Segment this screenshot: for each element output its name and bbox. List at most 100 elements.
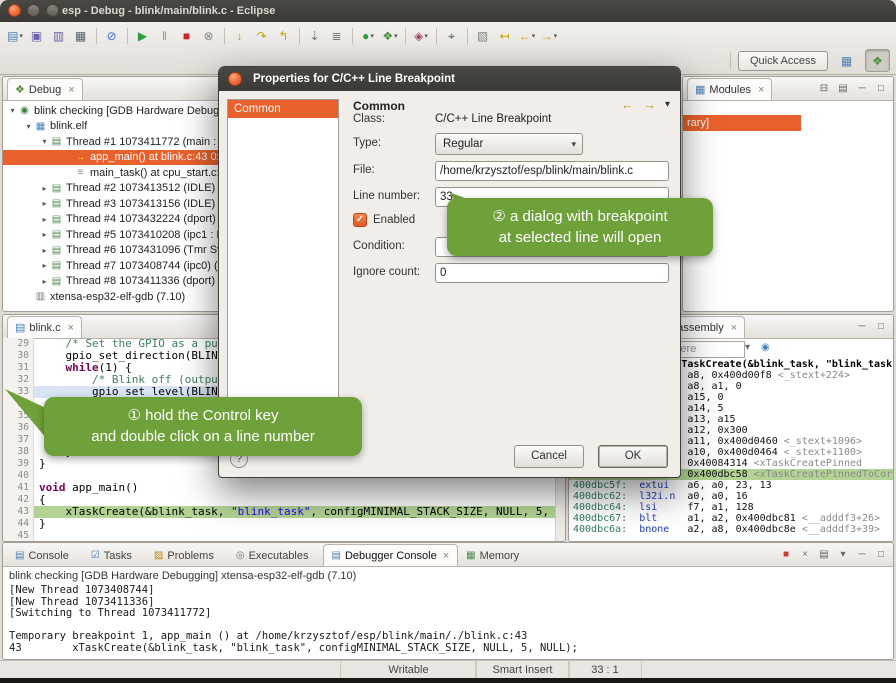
suspend-icon[interactable]: ‖	[154, 26, 176, 46]
console-tab[interactable]: ▨ Problems	[146, 545, 228, 566]
code-text[interactable]: void app_main()	[34, 482, 565, 494]
collapse-all-icon[interactable]: ⊟	[816, 81, 832, 96]
tab-modules[interactable]: ▦ Modules ×	[687, 78, 772, 100]
line-number[interactable]: 45	[3, 530, 34, 542]
tree-twisty-icon[interactable]: ▾	[7, 106, 18, 115]
close-icon[interactable]: ×	[68, 322, 74, 334]
toolbar-separator[interactable]	[224, 28, 225, 44]
close-icon[interactable]: ×	[68, 84, 74, 96]
minimize-icon[interactable]: ─	[854, 547, 870, 562]
line-number[interactable]: 30	[3, 350, 34, 362]
toolbar-separator[interactable]	[96, 28, 97, 44]
console-tab[interactable]: ▤ Debugger Console ×	[323, 544, 459, 566]
instruction-stepping-icon[interactable]: ≣	[326, 26, 348, 46]
ignore-count-field[interactable]	[435, 263, 669, 283]
tab-debug[interactable]: ❖ Debug ×	[7, 78, 83, 100]
console-menu-caret-icon[interactable]: ▾	[835, 547, 851, 562]
window-maximize-button[interactable]	[46, 4, 59, 17]
enabled-checkbox[interactable]: ✓	[353, 213, 367, 227]
step-return-icon[interactable]: ↰	[273, 26, 295, 46]
line-number[interactable]: 39	[3, 458, 34, 470]
maximize-icon[interactable]: □	[873, 319, 889, 334]
line-number[interactable]: 35	[3, 410, 34, 422]
disconnect-icon[interactable]: ⊗	[198, 26, 220, 46]
terminate-console-icon[interactable]: ■	[778, 547, 794, 562]
sync-pc-icon[interactable]: ◉	[761, 342, 770, 353]
tree-twisty-icon[interactable]: ▸	[39, 277, 50, 286]
line-number[interactable]: 36	[3, 422, 34, 434]
ok-button[interactable]: OK	[598, 445, 668, 468]
run-icon[interactable]: ● ▾	[357, 26, 379, 46]
debug-icon[interactable]: ❖ ▾	[379, 26, 401, 46]
tree-twisty-icon[interactable]: ▸	[39, 230, 50, 239]
dialog-close-button[interactable]	[228, 72, 242, 86]
toolbar-separator[interactable]	[467, 28, 468, 44]
tree-twisty-icon[interactable]: ▾	[39, 137, 50, 146]
quick-access-button[interactable]: Quick Access	[738, 51, 828, 71]
console-tab[interactable]: ☑ Tasks	[83, 545, 146, 566]
nav-forward-icon[interactable]: →	[643, 97, 656, 112]
tree-twisty-icon[interactable]: ▸	[39, 246, 50, 255]
skip-all-breakpoints-icon[interactable]: ⊘	[101, 26, 123, 46]
code-text[interactable]: xTaskCreate(&blink_task, "blink_task", c…	[34, 506, 565, 518]
toolbar-separator[interactable]	[405, 28, 406, 44]
view-menu-caret-icon[interactable]: ▾	[665, 99, 670, 110]
forward-icon[interactable]: → ▾	[538, 26, 560, 46]
console-tab[interactable]: ▤ Console	[7, 545, 83, 566]
search-icon[interactable]: ⌖	[441, 26, 463, 46]
line-number[interactable]: 37	[3, 434, 34, 446]
new-wizard-icon[interactable]: ▤ ▾	[4, 26, 26, 46]
close-icon[interactable]: ×	[758, 84, 764, 96]
step-over-icon[interactable]: ↷	[251, 26, 273, 46]
tree-twisty-icon[interactable]: ▸	[39, 184, 50, 193]
cpp-perspective-button[interactable]: ▦	[835, 50, 858, 71]
window-close-button[interactable]	[8, 4, 21, 17]
sidebar-item-common[interactable]: Common	[228, 100, 338, 118]
code-text[interactable]	[34, 530, 565, 542]
line-number[interactable]: 44	[3, 518, 34, 530]
toolbar-separator[interactable]	[127, 28, 128, 44]
drop-to-frame-icon[interactable]: ⇣	[304, 26, 326, 46]
debug-perspective-button[interactable]: ❖	[865, 49, 890, 72]
remove-console-icon[interactable]: ×	[797, 547, 813, 562]
display-console-icon[interactable]: ▤	[816, 547, 832, 562]
tab-blink-c[interactable]: ▤ blink.c ×	[7, 316, 82, 338]
line-number[interactable]: 41	[3, 482, 34, 494]
console-tab[interactable]: ◎ Executables	[228, 545, 323, 566]
file-field[interactable]	[435, 161, 669, 181]
type-select[interactable]: Regular ▾	[435, 133, 583, 155]
cancel-button[interactable]: Cancel	[514, 445, 584, 468]
back-icon[interactable]: ← ▾	[516, 26, 538, 46]
toolbar-separator[interactable]	[352, 28, 353, 44]
code-text[interactable]: {	[34, 494, 565, 506]
location-history-caret-icon[interactable]: ▾	[745, 342, 750, 353]
line-number[interactable]: 40	[3, 470, 34, 482]
line-number[interactable]: 38	[3, 446, 34, 458]
view-menu-icon[interactable]: ▤	[835, 81, 851, 96]
line-number[interactable]: 33	[3, 386, 34, 398]
last-edit-location-icon[interactable]: ↤	[494, 26, 516, 46]
module-list-item[interactable]: rary]	[683, 115, 801, 131]
code-text[interactable]: }	[34, 518, 565, 530]
maximize-icon[interactable]: □	[873, 81, 889, 96]
toolbar-separator[interactable]	[436, 28, 437, 44]
tree-twisty-icon[interactable]: ▸	[39, 215, 50, 224]
external-tools-icon[interactable]: ◈ ▾	[410, 26, 432, 46]
save-all-icon[interactable]: ▥	[48, 26, 70, 46]
nav-back-icon[interactable]: ←	[621, 97, 634, 112]
minimize-icon[interactable]: ─	[854, 81, 870, 96]
close-icon[interactable]: ×	[731, 322, 737, 334]
line-number[interactable]: 29	[3, 338, 34, 350]
close-icon[interactable]: ×	[443, 550, 449, 562]
line-number[interactable]: 43	[3, 506, 34, 518]
tree-twisty-icon[interactable]: ▾	[23, 122, 34, 131]
step-into-icon[interactable]: ↓	[229, 26, 251, 46]
line-number[interactable]: 31	[3, 362, 34, 374]
minimize-icon[interactable]: ─	[854, 319, 870, 334]
line-number[interactable]: 34	[3, 398, 34, 410]
resume-icon[interactable]: ▶	[132, 26, 154, 46]
line-number[interactable]: 32	[3, 374, 34, 386]
terminate-icon[interactable]: ■	[176, 26, 198, 46]
print-icon[interactable]: ▦	[70, 26, 92, 46]
window-minimize-button[interactable]	[27, 4, 40, 17]
